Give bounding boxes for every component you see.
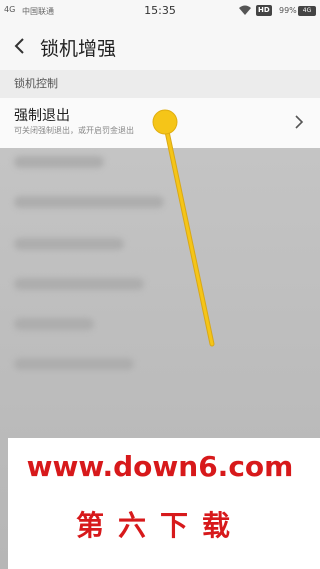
blurred-row bbox=[14, 358, 134, 370]
watermark: www.down6.com 第六下载 bbox=[8, 438, 320, 569]
chevron-right-icon bbox=[295, 115, 304, 129]
status-time: 15:35 bbox=[144, 4, 176, 17]
watermark-name: 第六下载 bbox=[75, 509, 244, 542]
battery-percent: 99% bbox=[279, 6, 297, 15]
battery-icon: 4G bbox=[298, 6, 316, 16]
setting-force-exit[interactable]: 强制退出 可关闭强制退出，或开启罚金退出 bbox=[0, 98, 320, 148]
status-bar: 4G 中国联通 15:35 HD 99% 4G bbox=[0, 0, 320, 22]
blurred-row bbox=[14, 156, 104, 168]
blurred-row bbox=[14, 278, 144, 290]
screen: 4G 中国联通 15:35 HD 99% 4G 锁机增强 锁机控制 强制退出 可… bbox=[0, 0, 320, 569]
blurred-row bbox=[14, 318, 94, 330]
section-header-lock-control: 锁机控制 bbox=[0, 70, 320, 98]
setting-title: 强制退出 bbox=[14, 108, 70, 124]
back-button[interactable] bbox=[8, 32, 34, 60]
page-title: 锁机增强 bbox=[40, 38, 117, 60]
hd-badge: HD bbox=[256, 5, 272, 16]
watermark-url: www.down6.com bbox=[26, 450, 294, 483]
blurred-row bbox=[14, 238, 124, 250]
setting-subtitle: 可关闭强制退出，或开启罚金退出 bbox=[14, 126, 134, 135]
wifi-icon bbox=[238, 5, 252, 16]
chevron-left-icon bbox=[14, 38, 24, 54]
app-header: 锁机增强 bbox=[0, 22, 320, 70]
blurred-row bbox=[14, 196, 164, 208]
